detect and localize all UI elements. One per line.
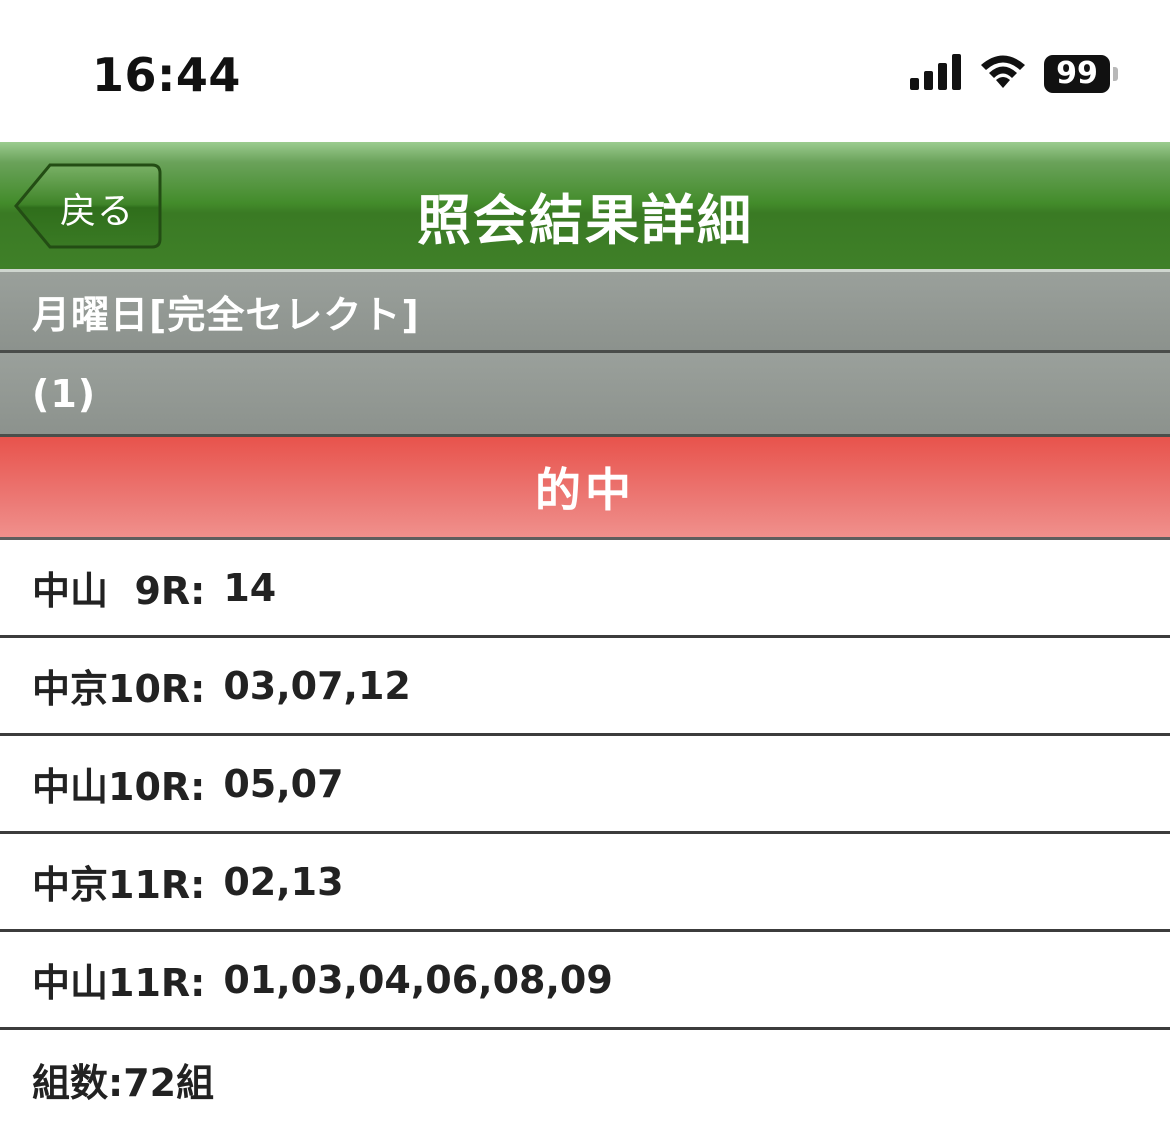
cellular-signal-icon (910, 54, 962, 94)
race-label: 中京10R: (32, 667, 206, 711)
race-numbers: 01,03,04,06,08,09 (223, 957, 613, 1002)
status-bar: 16:44 99 (0, 0, 1170, 142)
race-row[interactable]: 中山11R: 01,03,04,06,08,09 (0, 932, 1170, 1030)
bet-index-header: (1) (0, 353, 1170, 437)
race-row[interactable]: 中京11R: 02,13 (0, 834, 1170, 932)
navigation-bar: 戻る 照会結果詳細 (0, 142, 1170, 272)
status-icons: 99 (910, 54, 1118, 94)
race-numbers: 14 (223, 565, 277, 610)
race-numbers: 03,07,12 (223, 663, 411, 708)
combination-count: 組数:72組 (32, 1060, 215, 1105)
battery-icon: 99 (1044, 55, 1110, 93)
race-label: 中山 9R: (32, 569, 206, 613)
race-label: 中山11R: (32, 961, 206, 1005)
race-row[interactable]: 中京10R: 03,07,12 (0, 638, 1170, 736)
race-selection-list: 中山 9R: 14 中京10R: 03,07,12 中山10R: 05,07 中… (0, 540, 1170, 1030)
race-row[interactable]: 中山 9R: 14 (0, 540, 1170, 638)
result-hit-banner: 的中 (0, 437, 1170, 540)
wifi-icon (978, 54, 1028, 94)
status-time: 16:44 (92, 48, 241, 102)
race-numbers: 05,07 (223, 761, 344, 806)
page-title: 照会結果詳細 (417, 189, 753, 252)
race-numbers: 02,13 (223, 859, 344, 904)
battery-level: 99 (1056, 56, 1098, 91)
race-row[interactable]: 中山10R: 05,07 (0, 736, 1170, 834)
battery-tip (1113, 67, 1118, 81)
race-label: 中山10R: (32, 765, 206, 809)
bet-day-type-header: 月曜日[完全セレクト] (0, 272, 1170, 353)
race-label: 中京11R: (32, 863, 206, 907)
